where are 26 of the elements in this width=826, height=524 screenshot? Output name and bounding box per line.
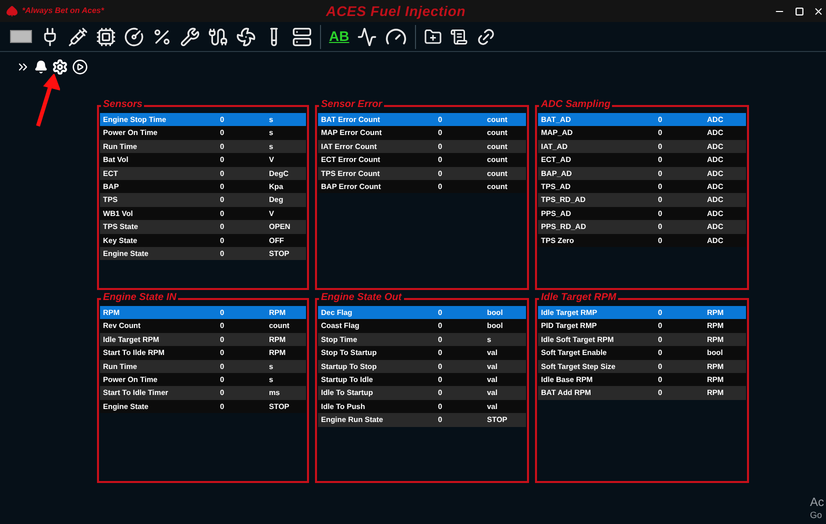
panel-title: Engine State Out [319, 292, 404, 304]
activation-notice: Ac [810, 495, 824, 509]
percent-icon[interactable] [152, 26, 172, 46]
wrench-icon[interactable] [180, 26, 200, 46]
maximize-icon[interactable] [795, 6, 804, 16]
panel-title: Idle Target RPM [539, 292, 618, 304]
activation-notice: Go [810, 509, 824, 522]
close-icon[interactable] [813, 6, 824, 16]
folder-plus-icon[interactable] [424, 28, 442, 46]
cable-icon[interactable] [208, 26, 228, 46]
spade-icon [6, 5, 18, 17]
app-slogan: *Always Bet on Aces* [22, 5, 106, 17]
play-icon[interactable] [72, 59, 88, 75]
syringe-icon[interactable] [68, 26, 88, 46]
panel-title: Engine State IN [101, 292, 178, 304]
pulse-icon[interactable] [357, 26, 378, 46]
turbo-icon[interactable] [236, 26, 256, 46]
chip-icon[interactable] [96, 26, 116, 46]
rack-icon[interactable] [292, 26, 312, 46]
window-title: ACES Fuel Injection [326, 2, 466, 21]
dial-icon[interactable] [124, 26, 144, 46]
settings-icon[interactable] [52, 59, 68, 75]
bell-icon[interactable] [34, 60, 48, 74]
panel-title: ADC Sampling [539, 99, 612, 111]
ab-button[interactable]: AB [329, 26, 350, 47]
list-icon[interactable] [450, 28, 468, 46]
